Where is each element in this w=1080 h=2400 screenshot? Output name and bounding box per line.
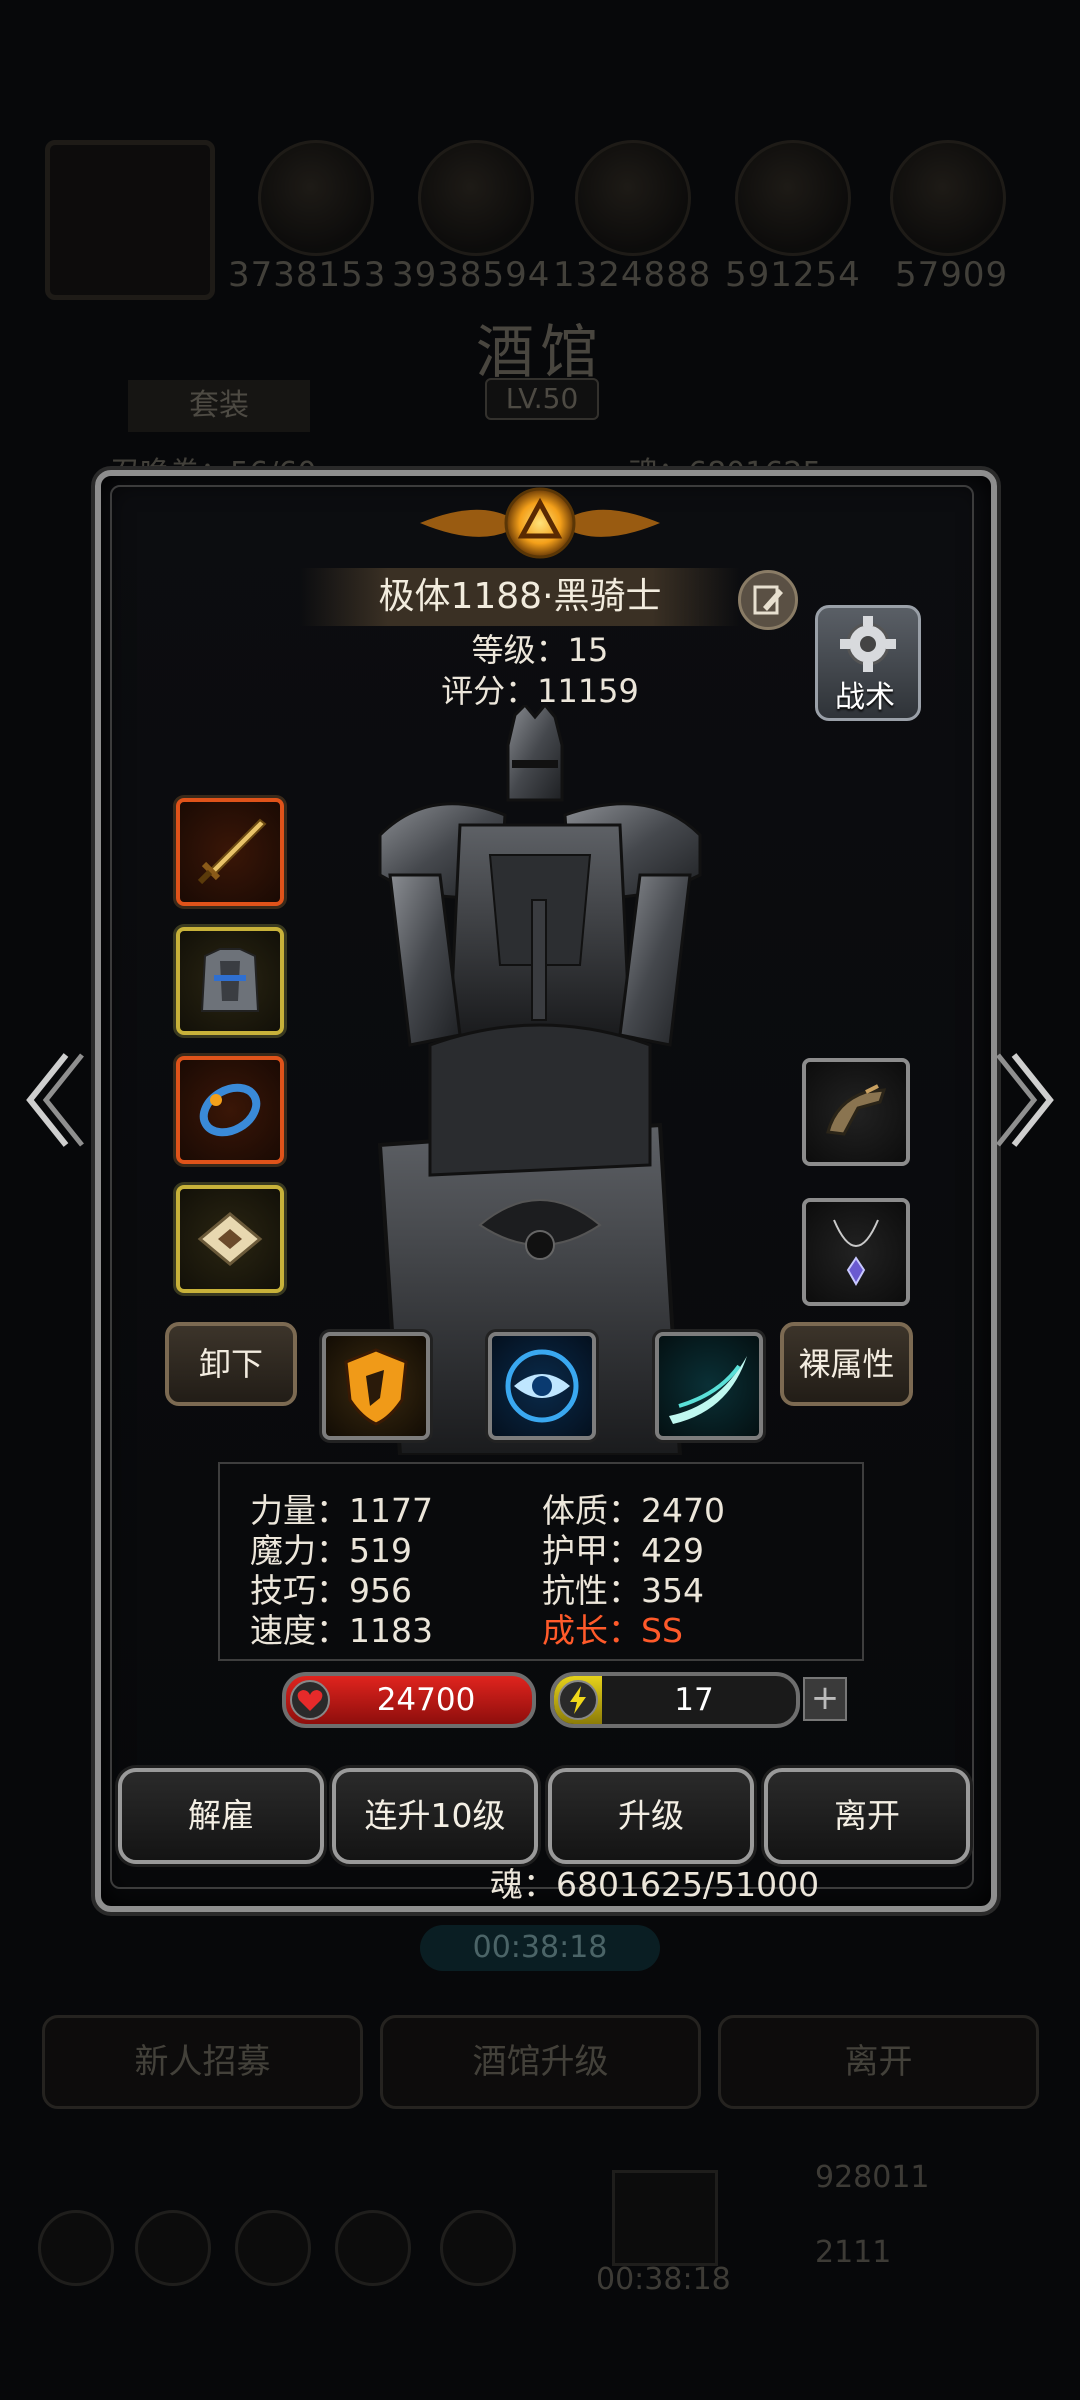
bottom-nav-icon-3[interactable] [235, 2210, 311, 2286]
dialog-emblem-icon [420, 487, 660, 559]
rename-button[interactable] [738, 570, 798, 630]
sword-icon [197, 818, 267, 885]
plus-icon: + [810, 1678, 840, 1718]
skill-slot-2[interactable] [488, 1332, 596, 1440]
armor-slot[interactable] [176, 927, 284, 1035]
tavern-title: 酒馆 [475, 318, 604, 386]
hero-level: 等级：15 [471, 631, 609, 669]
scroll-icon [197, 1212, 263, 1266]
heart-icon [290, 1680, 330, 1720]
dismiss-button[interactable]: 解雇 [118, 1768, 324, 1864]
bottom-nav-icon-4[interactable] [335, 2210, 411, 2286]
glove-slot[interactable] [802, 1058, 910, 1166]
resource-value-5: 57909 [895, 255, 1009, 295]
gauntlet-icon [826, 1084, 887, 1136]
pencil-icon [753, 585, 783, 615]
resource-icon-3[interactable] [575, 140, 691, 256]
leave-button[interactable]: 离开 [764, 1768, 970, 1864]
tactic-label: 战术 [835, 680, 895, 715]
recruit-button[interactable]: 新人招募 [42, 2015, 363, 2109]
bottom-nav-icon-5[interactable] [440, 2210, 516, 2286]
add-energy-button[interactable]: + [803, 1677, 847, 1721]
bottom-nav-icon-2[interactable] [135, 2210, 211, 2286]
bottom-nav-icon-1[interactable] [38, 2210, 114, 2286]
resource-icon-5[interactable] [890, 140, 1006, 256]
player-portrait[interactable] [45, 140, 215, 300]
stat-speed: 速度：1183 [250, 1611, 433, 1650]
energy-value: 17 [674, 1682, 714, 1718]
energy-bar: 17 [550, 1672, 800, 1728]
gold-value: 928011 [815, 2160, 930, 2195]
base-attributes-button[interactable]: 裸属性 [780, 1322, 913, 1406]
upgrade-tavern-button[interactable]: 酒馆升级 [380, 2015, 701, 2109]
bracer-icon [199, 1083, 261, 1137]
previous-hero-arrow-icon[interactable] [18, 1045, 88, 1155]
level-up-10-button[interactable]: 连升10级 [332, 1768, 538, 1864]
slash-skill-icon [669, 1356, 747, 1424]
bottom-timer: 00:38:18 [596, 2262, 731, 2297]
tavern-level: LV.50 [485, 378, 599, 420]
skill-slot-1[interactable] [322, 1332, 430, 1440]
resource-value-1: 3738153 [228, 255, 387, 295]
tavern-timer: 00:38:18 [420, 1925, 660, 1971]
necklace-icon [833, 1219, 879, 1287]
necklace-slot[interactable] [802, 1198, 910, 1306]
stat-growth: 成长：SS [542, 1611, 683, 1650]
resource-value-4: 591254 [725, 255, 861, 295]
gift-icon[interactable] [612, 2170, 718, 2266]
gear-icon [840, 616, 896, 672]
leave-tavern-button[interactable]: 离开 [718, 2015, 1039, 2109]
next-hero-arrow-icon[interactable] [992, 1045, 1062, 1155]
scroll-slot[interactable] [176, 1185, 284, 1293]
hp-bar: 24700 [282, 1672, 536, 1728]
resource-value-3: 1324888 [553, 255, 712, 295]
resource-icon-4[interactable] [735, 140, 851, 256]
accessory-slot[interactable] [176, 1056, 284, 1164]
hero-name: 极体1188·黑骑士 [300, 568, 740, 626]
soul-cost: 魂：6801625/51000 [490, 1865, 820, 1904]
tab-set[interactable]: 套装 [128, 380, 310, 432]
shield-skill-icon [344, 1348, 408, 1426]
hp-value: 24700 [376, 1682, 476, 1718]
skill-slot-3[interactable] [655, 1332, 763, 1440]
gem-value: 2111 [815, 2235, 892, 2270]
armor-icon [200, 948, 260, 1012]
lightning-icon [558, 1680, 598, 1720]
weapon-slot[interactable] [176, 798, 284, 906]
resource-value-2: 3938594 [392, 255, 551, 295]
eye-skill-icon [505, 1349, 579, 1423]
resource-icon-1[interactable] [258, 140, 374, 256]
unequip-button[interactable]: 卸下 [165, 1322, 297, 1406]
upgrade-button[interactable]: 升级 [548, 1768, 754, 1864]
resource-icon-2[interactable] [418, 140, 534, 256]
